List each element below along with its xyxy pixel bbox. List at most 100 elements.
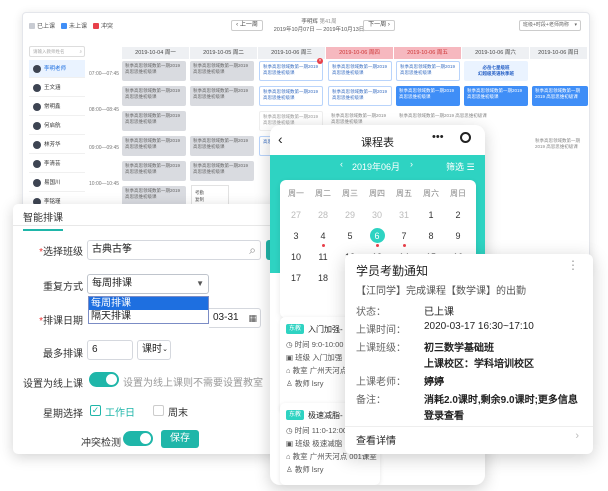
weekend-checkbox[interactable] bbox=[153, 405, 164, 416]
cell-text: 秋季高思领域数第一期2019 高思思维初级课 bbox=[263, 64, 319, 75]
schedule-cell[interactable]: 秋季高思领域数第一期2019 高思思维初级课 bbox=[122, 186, 186, 206]
calendar-day[interactable]: 29 bbox=[337, 210, 363, 220]
repeat-select[interactable]: 每周排课 ▼ bbox=[87, 274, 209, 294]
filter-button[interactable]: 筛选 ☰ bbox=[446, 160, 475, 173]
next-week-button[interactable]: 下一周 › bbox=[363, 20, 395, 31]
calendar-day[interactable]: 11 bbox=[310, 252, 336, 262]
course-teacher: ♙ 教师 lsry bbox=[286, 378, 324, 389]
tab-smart-scheduling[interactable]: 智能排课 bbox=[23, 209, 63, 231]
teacher-item[interactable]: 李明老师 bbox=[29, 60, 85, 78]
cell-text: 秋季高思领域数第一期2019 高思思维初级课 bbox=[193, 88, 249, 99]
schedule-cell[interactable]: 秋季高思领域数第一期2019 高思思维初级课 bbox=[122, 136, 186, 156]
prev-month-icon[interactable]: ‹ bbox=[340, 159, 343, 169]
schedule-cell[interactable]: 秋季高思领域数第一期2019 高思思维初级课 bbox=[464, 86, 528, 106]
month-label: 2019年06月 bbox=[352, 162, 401, 172]
target-icon[interactable] bbox=[460, 132, 471, 143]
menu-item-attendance[interactable]: 考勤 bbox=[195, 189, 225, 196]
teacher-item[interactable]: 林芳华 bbox=[29, 136, 85, 154]
day-header: 2019-10-06 周四 bbox=[326, 47, 394, 59]
schedule-cell[interactable]: 秋季高思领域数第一期2019 高思思维初级课 bbox=[190, 86, 254, 106]
cell-text: 秋季高思领域数第一期2019 高思思维初级课 bbox=[332, 64, 388, 75]
legend-pending-swatch bbox=[61, 22, 67, 29]
schedule-cell[interactable]: 秋季高思领域数第一期2019 高思思维初级课 bbox=[122, 161, 186, 181]
calendar-day[interactable]: 6 bbox=[364, 231, 390, 241]
calendar-day[interactable]: 4 bbox=[310, 231, 336, 241]
schedule-cell[interactable]: 秋季高思领域数第一期2019 高思思维初级课 bbox=[122, 111, 186, 131]
smart-scheduling-panel: 智能排课 *选择班级 古典古筝 ⌕ 重复方式 每周排课 ▼ 每周排课 隔天排课 *排… bbox=[13, 204, 293, 454]
repeat-option-alternate[interactable]: 隔天排课 bbox=[89, 310, 208, 323]
repeat-option-weekly[interactable]: 每周排课 bbox=[89, 297, 208, 310]
calendar-day[interactable]: 7 bbox=[391, 231, 417, 241]
calendar-day[interactable]: 18 bbox=[310, 273, 336, 283]
schedule-cell[interactable]: 秋季高思领域数第一期2019 高思思维初级课 bbox=[396, 61, 460, 81]
teacher-name: 李明老师 bbox=[44, 65, 67, 72]
online-hint: 设置为线上课则不需要设置教室 bbox=[123, 378, 263, 389]
calendar-day[interactable]: 9 bbox=[445, 231, 471, 241]
next-month-icon[interactable]: › bbox=[410, 159, 413, 169]
event-dot bbox=[322, 244, 325, 247]
schedule-filter-select[interactable]: 班级+时段+老师简称 ▾ bbox=[519, 20, 581, 31]
teacher-label: 上课老师： bbox=[356, 377, 406, 388]
teacher-item[interactable]: 常明鑫 bbox=[29, 98, 85, 116]
calendar-day[interactable]: 1 bbox=[418, 210, 444, 220]
max-input[interactable]: 6 bbox=[87, 340, 133, 360]
more-icon[interactable]: ••• bbox=[432, 131, 444, 143]
course-class: ▣ 班级 入门加强 bbox=[286, 352, 342, 363]
calendar-day[interactable]: 10 bbox=[283, 252, 309, 262]
weekday-label: 工作日 bbox=[105, 408, 135, 419]
online-label: 设置为线上课 bbox=[23, 379, 83, 390]
course-time-text: 时间 11:0-12:00 bbox=[294, 426, 348, 435]
weekday-label: 周五 bbox=[396, 189, 412, 198]
calendar-day[interactable]: 28 bbox=[310, 210, 336, 220]
online-toggle[interactable] bbox=[89, 372, 119, 387]
schedule-cell[interactable]: 秋季高思领域数第一期2019 高思思维初级课 bbox=[122, 86, 186, 106]
week-label: 星期选择 bbox=[43, 409, 83, 420]
teacher-name: 林芳华 bbox=[44, 141, 61, 148]
calendar-day[interactable]: 2 bbox=[445, 210, 471, 220]
class-input[interactable]: 古典古筝 ⌕ bbox=[87, 240, 261, 260]
schedule-cell-highlight[interactable]: 必岳七星级班 幻超级英语秋季班 bbox=[464, 61, 528, 81]
weekday-label: 周三 bbox=[342, 189, 358, 198]
course-class-text: 班级 入门加强 bbox=[295, 353, 343, 362]
more-vertical-icon[interactable]: ⋮ bbox=[567, 258, 579, 272]
calendar-day[interactable]: 8 bbox=[418, 231, 444, 241]
class-input-value: 古典古筝 bbox=[92, 244, 132, 255]
schedule-cell[interactable]: 秋季高思领域数第一期2019 高思思维初级课 bbox=[190, 136, 254, 156]
schedule-cell[interactable]: 秋季高思领域数第一期2019 高思思维初级课 bbox=[396, 86, 460, 106]
menu-item-copy[interactable]: 复制 bbox=[195, 196, 225, 203]
schedule-cell[interactable]: 秋季高思领域数第一期2019 高思思维初级课 bbox=[259, 86, 323, 106]
calendar-day[interactable]: 17 bbox=[283, 273, 309, 283]
unit-select[interactable]: 课时 ⌄ bbox=[137, 340, 171, 360]
calendar-day[interactable]: 30 bbox=[364, 210, 390, 220]
teacher-item[interactable]: 何启航 bbox=[29, 117, 85, 135]
weekday-checkbox[interactable]: ✓ bbox=[90, 405, 101, 416]
notice-title: 学员考勤通知 bbox=[356, 264, 429, 278]
view-detail-link[interactable]: 查看详情 bbox=[356, 432, 396, 447]
schedule-cell[interactable]: 秋季高思领域数第一期2019 高思思维初级课 bbox=[532, 136, 588, 156]
schedule-cell[interactable]: 秋季高思领域数第一期2019 高思思维初级课 bbox=[190, 161, 254, 181]
date-end-input[interactable]: 03-31 ▦ bbox=[209, 308, 261, 328]
save-button[interactable]: 保存 bbox=[161, 430, 199, 448]
schedule-cell[interactable]: 秋季高思领域数第一期2019 高思思维初级课 bbox=[122, 61, 186, 81]
calendar-day[interactable]: 5 bbox=[337, 231, 363, 241]
teacher-item[interactable]: 李清芸 bbox=[29, 155, 85, 173]
calendar-day[interactable]: 27 bbox=[283, 210, 309, 220]
schedule-cell[interactable]: 秋季高思领域数第一期2019 高思思维初级课 bbox=[328, 61, 392, 81]
schedule-title: 李明辉 第41周 bbox=[269, 17, 369, 25]
teacher-search-input[interactable]: 请输入教师姓名 ⌕ bbox=[29, 46, 85, 57]
calendar-day[interactable]: 3 bbox=[283, 231, 309, 241]
course-time: ◷ 时间 11:0-12:00 bbox=[286, 425, 347, 436]
schedule-cell[interactable]: 秋季高思领域数第一期2019 高思思维初级课 bbox=[259, 61, 323, 81]
schedule-cell[interactable]: 秋季高思领域数第一期2019 高思思维初级课 bbox=[532, 86, 588, 106]
schedule-date-range: 2019年10月07日 — 2019年10月13日 bbox=[273, 27, 365, 33]
calendar-day[interactable]: 31 bbox=[391, 210, 417, 220]
cell-text: 秋季高思领域数第一期2019 高思思维初级课 bbox=[399, 113, 487, 118]
schedule-cell[interactable]: 秋季高思领域数第一期2019 高思思维初级课 bbox=[328, 86, 392, 106]
cell-text: 秋季高思领域数第一期2019 高思思维初级课 bbox=[467, 88, 523, 99]
cell-text: 秋季高思领域数第一期2019 高思思维初级课 bbox=[263, 89, 319, 100]
teacher-item[interactable]: 易国川 bbox=[29, 174, 85, 192]
schedule-cell[interactable]: 秋季高思领域数第一期2019 高思思维初级课 bbox=[190, 61, 254, 81]
teacher-item[interactable]: 王文涵 bbox=[29, 79, 85, 97]
conflict-toggle[interactable] bbox=[123, 431, 153, 446]
time-label: 07:00—07:45 bbox=[89, 71, 120, 77]
